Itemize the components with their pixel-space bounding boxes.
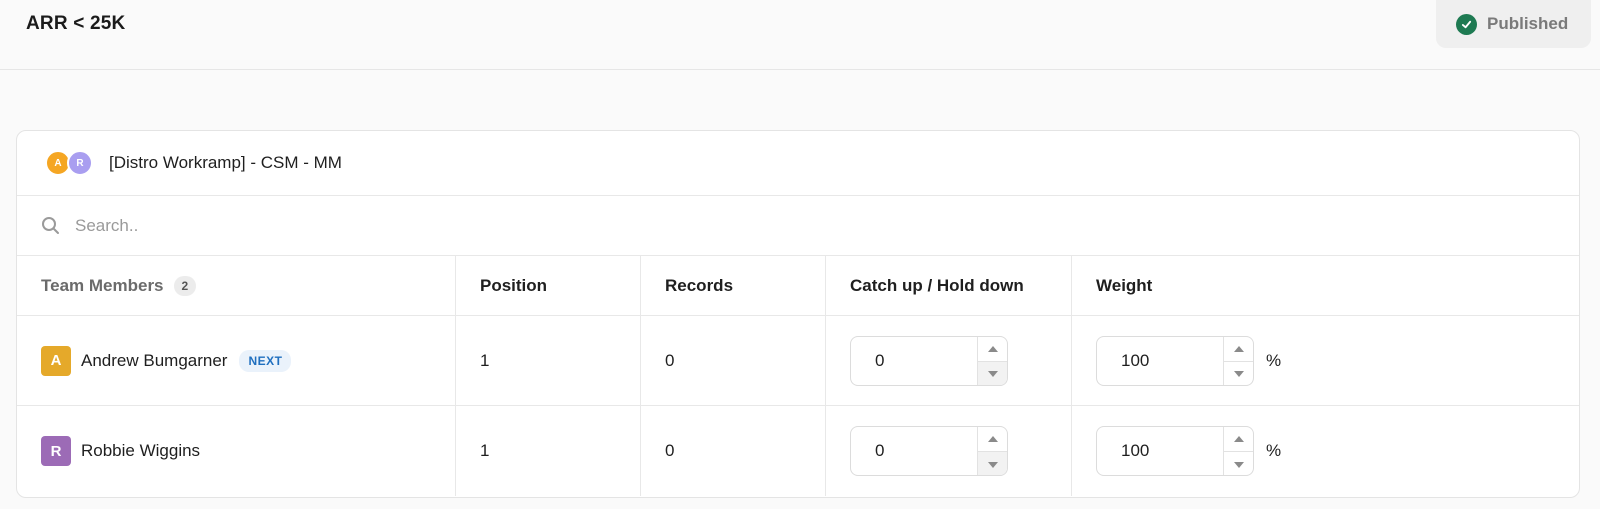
chevron-down-icon [988, 461, 998, 468]
column-header-catchup[interactable]: Catch up / Hold down [826, 256, 1072, 315]
catchup-stepper[interactable]: 0 [850, 335, 1008, 386]
published-status-button[interactable]: Published [1436, 0, 1591, 48]
stepper-buttons [1223, 336, 1253, 385]
table-row: R Robbie Wiggins 1 0 0 100 % [17, 406, 1579, 496]
increment-button[interactable] [978, 337, 1007, 362]
decrement-button[interactable] [1224, 452, 1253, 475]
chevron-up-icon [1234, 436, 1244, 442]
column-header-members[interactable]: Team Members 2 [17, 256, 456, 315]
column-header-weight[interactable]: Weight [1072, 256, 1579, 315]
column-header-position[interactable]: Position [456, 256, 641, 315]
increment-button[interactable] [1224, 337, 1253, 362]
search-bar [17, 196, 1579, 256]
next-badge: NEXT [239, 349, 292, 372]
increment-button[interactable] [1224, 427, 1253, 452]
increment-button[interactable] [978, 427, 1007, 452]
chevron-down-icon [1234, 461, 1244, 468]
team-name: [Distro Workramp] - CSM - MM [109, 153, 342, 172]
chevron-down-icon [1234, 371, 1244, 377]
members-table: Team Members 2 Position Records Catch up… [17, 256, 1579, 496]
table-row: A Andrew Bumgarner NEXT 1 0 0 100 % [17, 316, 1579, 406]
column-header-records[interactable]: Records [641, 256, 826, 315]
check-circle-icon [1456, 13, 1477, 35]
position-value: 1 [480, 441, 490, 460]
weight-cell: 100 % [1072, 406, 1579, 496]
decrement-button[interactable] [978, 452, 1007, 475]
stepper-buttons [977, 427, 1007, 475]
column-label: Position [480, 275, 548, 295]
catchup-value[interactable]: 0 [875, 337, 884, 385]
search-input[interactable] [75, 210, 675, 242]
percent-unit: % [1266, 441, 1282, 460]
column-label: Catch up / Hold down [850, 275, 1024, 295]
weight-value[interactable]: 100 [1121, 427, 1149, 475]
avatar: R [41, 436, 71, 466]
team-card: A R [Distro Workramp] - CSM - MM Team Me… [16, 130, 1580, 498]
team-header: A R [Distro Workramp] - CSM - MM [17, 131, 1579, 196]
catchup-cell: 0 [826, 316, 1072, 405]
chevron-up-icon [988, 345, 998, 352]
percent-unit: % [1266, 350, 1282, 370]
top-bar: ARR < 25K Published [0, 0, 1600, 70]
records-value: 0 [665, 350, 675, 370]
stepper-buttons [977, 336, 1007, 385]
stepper-buttons [1223, 427, 1253, 475]
member-name: Andrew Bumgarner [81, 350, 228, 370]
records-cell: 0 [641, 406, 826, 496]
catchup-stepper[interactable]: 0 [850, 426, 1008, 476]
records-cell: 0 [641, 316, 826, 405]
column-label: Records [665, 275, 734, 295]
chevron-up-icon [1234, 345, 1244, 352]
avatar: R [67, 150, 93, 176]
member-name: Robbie Wiggins [81, 441, 201, 460]
page-title: ARR < 25K [26, 13, 126, 34]
position-cell: 1 [456, 406, 641, 496]
member-cell: A Andrew Bumgarner NEXT [17, 316, 456, 405]
table-header-row: Team Members 2 Position Records Catch up… [17, 256, 1579, 316]
records-value: 0 [665, 441, 675, 460]
position-cell: 1 [456, 316, 641, 405]
status-label: Published [1487, 14, 1569, 33]
weight-stepper[interactable]: 100 [1096, 426, 1254, 476]
decrement-button[interactable] [1224, 362, 1253, 385]
member-count-badge: 2 [173, 275, 197, 296]
catchup-value[interactable]: 0 [875, 427, 884, 475]
avatar-stack: A R [45, 150, 95, 176]
chevron-up-icon [988, 436, 998, 442]
position-value: 1 [480, 350, 490, 370]
search-icon [41, 216, 61, 241]
weight-stepper[interactable]: 100 [1096, 335, 1254, 386]
chevron-down-icon [988, 371, 998, 377]
weight-value[interactable]: 100 [1121, 337, 1149, 385]
weight-cell: 100 % [1072, 316, 1579, 405]
member-cell: R Robbie Wiggins [17, 406, 456, 496]
column-label: Team Members [41, 275, 164, 295]
column-label: Weight [1096, 275, 1153, 295]
decrement-button[interactable] [978, 361, 1007, 385]
avatar: A [41, 345, 71, 376]
catchup-cell: 0 [826, 406, 1072, 496]
